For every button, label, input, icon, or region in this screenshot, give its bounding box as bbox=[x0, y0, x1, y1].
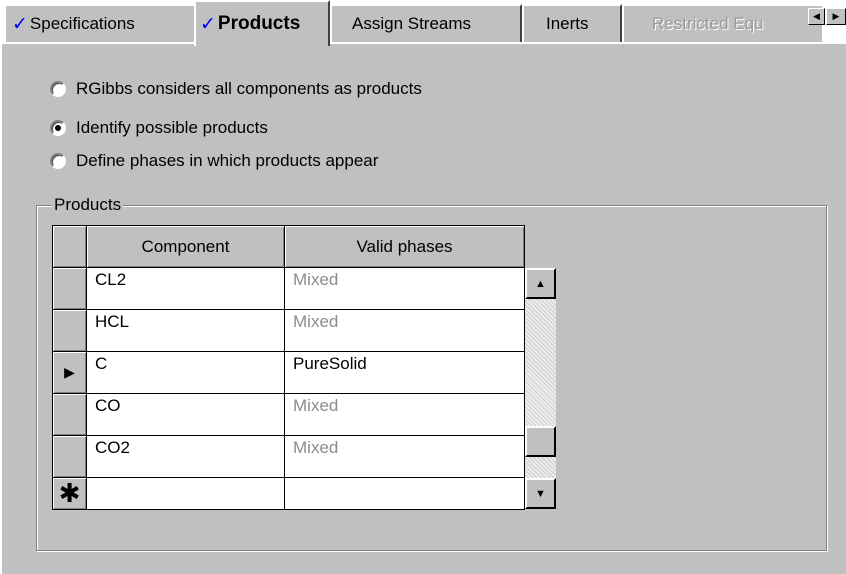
radio-label: Define phases in which products appear bbox=[76, 151, 379, 170]
component-cell[interactable] bbox=[86, 477, 285, 510]
row-selector[interactable]: ▶ bbox=[52, 351, 87, 394]
component-cell[interactable]: HCL bbox=[86, 309, 285, 352]
grid-header-row: Component Valid phases bbox=[52, 225, 525, 268]
column-header-component[interactable]: Component bbox=[86, 225, 285, 268]
checkmark-icon: ✓ bbox=[12, 13, 28, 35]
tab-label: Restricted Equ bbox=[652, 14, 764, 33]
arrow-up-icon: ▲ bbox=[535, 277, 546, 290]
column-header-valid-phases[interactable]: Valid phases bbox=[284, 225, 525, 268]
valid-phases-cell[interactable]: Mixed bbox=[284, 393, 525, 436]
checkmark-icon: ✓ bbox=[200, 13, 216, 35]
current-row-icon: ▶ bbox=[64, 364, 75, 380]
arrow-down-icon: ▼ bbox=[535, 487, 546, 500]
valid-phases-cell[interactable]: PureSolid bbox=[284, 351, 525, 394]
new-row-asterisk-icon: ✱ bbox=[58, 477, 81, 508]
radio-button[interactable] bbox=[50, 120, 66, 136]
new-row[interactable]: ✱ bbox=[52, 477, 525, 510]
arrow-right-icon: ▶ bbox=[832, 11, 840, 21]
tab-label: Products bbox=[217, 13, 301, 34]
tab-restricted-equilibrium[interactable]: Restricted Equ bbox=[622, 4, 822, 42]
radio-identify-possible-products[interactable]: Identify possible products bbox=[50, 115, 268, 141]
tab-inerts[interactable]: Inerts bbox=[522, 4, 622, 42]
radio-label: RGibbs considers all components as produ… bbox=[76, 79, 422, 98]
table-row[interactable]: CL2 Mixed bbox=[52, 267, 525, 310]
radio-define-phases[interactable]: Define phases in which products appear bbox=[50, 148, 378, 174]
tab-scroll-left-button[interactable]: ◀ bbox=[808, 8, 825, 25]
component-cell[interactable]: C bbox=[86, 351, 285, 394]
scroll-up-button[interactable]: ▲ bbox=[525, 268, 556, 299]
row-selector[interactable] bbox=[52, 267, 87, 310]
valid-phases-cell[interactable]: Mixed bbox=[284, 267, 525, 310]
tab-specifications[interactable]: ✓ Specifications bbox=[4, 4, 196, 42]
table-row[interactable]: CO Mixed bbox=[52, 393, 525, 436]
valid-phases-cell[interactable]: Mixed bbox=[284, 435, 525, 478]
tab-assign-streams[interactable]: Assign Streams bbox=[330, 4, 522, 42]
valid-phases-cell[interactable]: Mixed bbox=[284, 309, 525, 352]
radio-label: Identify possible products bbox=[76, 118, 268, 137]
row-selector[interactable] bbox=[52, 435, 87, 478]
valid-phases-cell[interactable] bbox=[284, 477, 525, 510]
component-cell[interactable]: CO bbox=[86, 393, 285, 436]
arrow-left-icon: ◀ bbox=[813, 11, 820, 21]
tab-label: Specifications bbox=[29, 14, 135, 33]
component-cell[interactable]: CL2 bbox=[86, 267, 285, 310]
scroll-down-button[interactable]: ▼ bbox=[525, 478, 556, 509]
scroll-thumb[interactable] bbox=[525, 426, 556, 457]
table-row[interactable]: HCL Mixed bbox=[52, 309, 525, 352]
table-row[interactable]: ▶ C PureSolid bbox=[52, 351, 525, 394]
row-selector[interactable]: ✱ bbox=[52, 477, 87, 510]
grid-corner-cell[interactable] bbox=[52, 225, 87, 268]
tab-label: Assign Streams bbox=[352, 14, 472, 33]
component-cell[interactable]: CO2 bbox=[86, 435, 285, 478]
radio-button[interactable] bbox=[50, 81, 66, 97]
radio-all-components-products[interactable]: RGibbs considers all components as produ… bbox=[50, 76, 422, 102]
row-selector[interactable] bbox=[52, 309, 87, 352]
tab-label: Inerts bbox=[546, 14, 589, 33]
radio-button[interactable] bbox=[50, 153, 66, 169]
grid-vertical-scrollbar[interactable]: ▲ ▼ bbox=[524, 268, 556, 509]
table-row[interactable]: CO2 Mixed bbox=[52, 435, 525, 478]
tab-scroll-right-button[interactable]: ▶ bbox=[826, 8, 846, 25]
tab-products[interactable]: ✓ Products bbox=[194, 0, 330, 46]
tab-strip: ✓ Specifications ✓ Products Assign Strea… bbox=[0, 0, 846, 46]
products-group-title: Products bbox=[52, 194, 124, 216]
row-selector[interactable] bbox=[52, 393, 87, 436]
products-grid: Component Valid phases CL2 Mixed HCL Mix… bbox=[52, 225, 525, 510]
